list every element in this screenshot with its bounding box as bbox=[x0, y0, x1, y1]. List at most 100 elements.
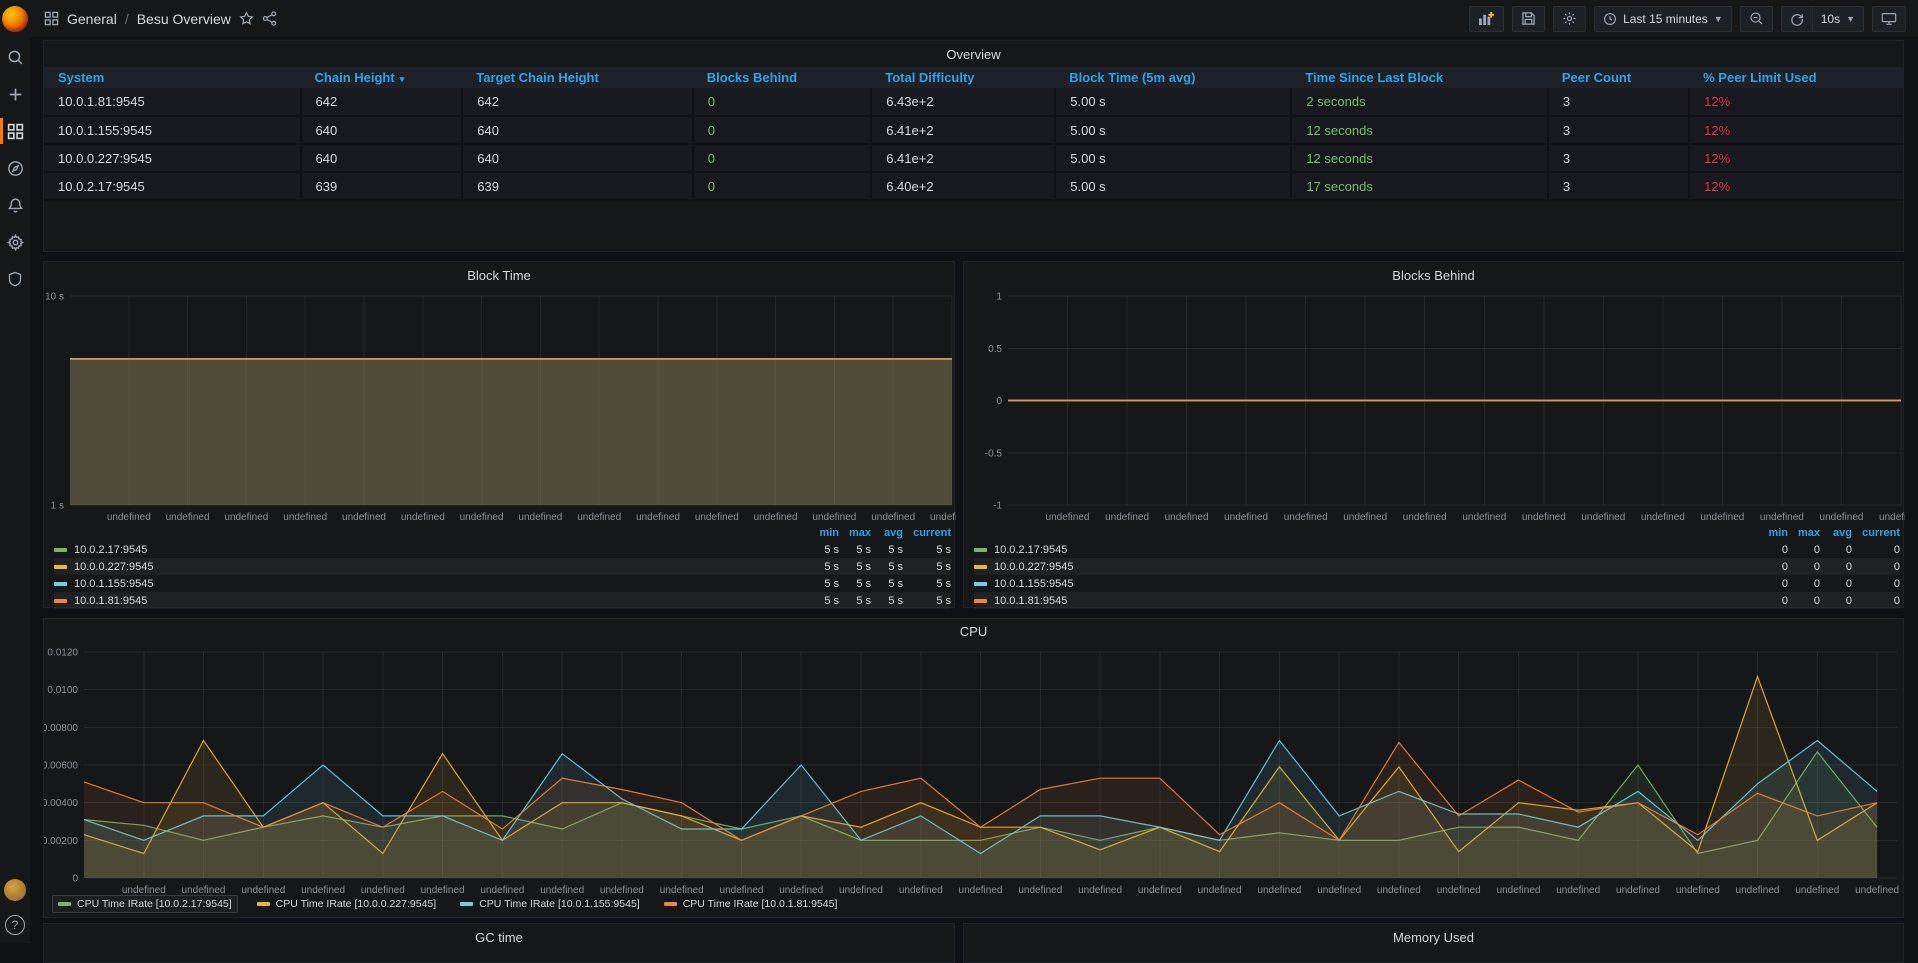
panel-block-time: Block Time 10 s1 sundefinedundefinedunde… bbox=[43, 261, 955, 608]
column-header-blocks_behind[interactable]: Blocks Behind bbox=[693, 67, 871, 88]
legend-column-avg[interactable]: avg bbox=[871, 527, 903, 539]
column-header-time_since_last_block[interactable]: Time Since Last Block bbox=[1291, 67, 1548, 88]
sidebar-item-explore[interactable] bbox=[0, 151, 30, 185]
block-time-chart[interactable]: 10 s1 sundefinedundefinedundefinedundefi… bbox=[44, 288, 956, 528]
column-header-chain_height[interactable]: Chain Height▾ bbox=[301, 67, 463, 88]
column-header-block_time[interactable]: Block Time (5m avg) bbox=[1055, 67, 1291, 88]
legend-avg: 0 bbox=[1820, 578, 1852, 590]
breadcrumb-folder[interactable]: General bbox=[67, 11, 117, 27]
legend-column-current[interactable]: current bbox=[1852, 527, 1900, 539]
cell-system: 10.0.2.17:9545 bbox=[44, 172, 301, 200]
breadcrumb-page-title[interactable]: Besu Overview bbox=[137, 11, 231, 27]
legend-series-name[interactable]: 10.0.2.17:9545 bbox=[994, 544, 1067, 556]
save-dashboard-button[interactable] bbox=[1512, 6, 1545, 32]
panel-block-time-title[interactable]: Block Time bbox=[44, 262, 954, 288]
refresh-button[interactable] bbox=[1781, 6, 1812, 32]
column-header-peer_count[interactable]: Peer Count bbox=[1548, 67, 1689, 88]
chevron-down-icon: ▼ bbox=[1846, 14, 1855, 24]
legend-column-max[interactable]: max bbox=[839, 527, 871, 539]
sidebar-item-search[interactable] bbox=[0, 40, 30, 74]
legend-current: 0 bbox=[1852, 578, 1900, 590]
column-header-peer_limit_used[interactable]: % Peer Limit Used bbox=[1689, 67, 1903, 88]
table-row: 10.0.2.17:954563963906.40e+25.00 s17 sec… bbox=[44, 172, 1903, 200]
legend-row: 10.0.2.17:95450000 bbox=[974, 541, 1900, 558]
sidebar-item-alerting[interactable] bbox=[0, 188, 30, 222]
panel-blocks-behind-title[interactable]: Blocks Behind bbox=[964, 262, 1903, 288]
legend-column-min[interactable]: min bbox=[1756, 527, 1788, 539]
svg-text:0.00200: 0.00200 bbox=[44, 836, 78, 847]
legend-max: 5 s bbox=[839, 544, 871, 556]
cell-target_chain_height: 640 bbox=[462, 116, 693, 144]
column-header-total_difficulty[interactable]: Total Difficulty bbox=[871, 67, 1055, 88]
legend-series-name[interactable]: 10.0.0.227:9545 bbox=[994, 561, 1074, 573]
cpu-legend-item[interactable]: CPU Time IRate [10.0.1.81:9545] bbox=[659, 896, 843, 912]
svg-text:undefined: undefined bbox=[1018, 885, 1062, 895]
series-color-swatch bbox=[974, 599, 987, 603]
cell-system: 10.0.0.227:9545 bbox=[44, 144, 301, 172]
sidebar-item-create[interactable] bbox=[0, 77, 30, 111]
cpu-legend-item[interactable]: CPU Time IRate [10.0.2.17:9545] bbox=[52, 895, 238, 913]
refresh-button-group: 10s ▼ bbox=[1781, 6, 1864, 32]
panel-overview-title[interactable]: Overview bbox=[44, 41, 1903, 67]
time-range-picker[interactable]: Last 15 minutes ▼ bbox=[1594, 6, 1732, 32]
legend-row: 10.0.0.227:95450000 bbox=[974, 558, 1900, 575]
sidebar-item-configuration[interactable] bbox=[0, 225, 30, 259]
panel-gc-time-title[interactable]: GC time bbox=[44, 924, 954, 950]
cell-target_chain_height: 640 bbox=[462, 144, 693, 172]
svg-text:undefined: undefined bbox=[779, 885, 823, 895]
panel-memory-used-title[interactable]: Memory Used bbox=[964, 924, 1903, 950]
svg-text:undefined: undefined bbox=[1820, 512, 1864, 523]
legend-header: minmaxavgcurrent bbox=[54, 524, 951, 541]
cpu-legend-item[interactable]: CPU Time IRate [10.0.1.155:9545] bbox=[455, 896, 645, 912]
cell-total_difficulty: 6.41e+2 bbox=[871, 116, 1055, 144]
block-time-legend: minmaxavgcurrent10.0.2.17:95455 s5 s5 s5… bbox=[54, 524, 951, 609]
add-panel-button[interactable] bbox=[1469, 6, 1504, 32]
svg-text:undefined: undefined bbox=[839, 885, 883, 895]
legend-max: 0 bbox=[1788, 561, 1820, 573]
blocks-behind-chart[interactable]: 10.50-0.5-1undefinedundefinedundefinedun… bbox=[964, 288, 1905, 528]
user-avatar[interactable] bbox=[4, 879, 26, 901]
svg-text:undefined: undefined bbox=[930, 512, 956, 523]
legend-series-name[interactable]: 10.0.1.81:9545 bbox=[74, 595, 147, 607]
refresh-interval-label: 10s bbox=[1821, 12, 1840, 26]
sidebar-item-server-admin[interactable] bbox=[0, 262, 30, 296]
column-header-system[interactable]: System bbox=[44, 67, 301, 88]
column-header-target_chain_height[interactable]: Target Chain Height bbox=[462, 67, 693, 88]
legend-current: 0 bbox=[1852, 544, 1900, 556]
legend-series-name[interactable]: 10.0.1.155:9545 bbox=[74, 578, 154, 590]
sidebar-item-dashboards[interactable] bbox=[0, 114, 30, 148]
gear-icon bbox=[7, 234, 24, 251]
cpu-legend-item[interactable]: CPU Time IRate [10.0.0.227:9545] bbox=[252, 896, 442, 912]
cpu-chart[interactable]: 0.01200.01000.008000.006000.004000.00200… bbox=[44, 643, 1905, 895]
cell-blocks_behind: 0 bbox=[693, 88, 871, 116]
cycle-view-mode-button[interactable] bbox=[1872, 6, 1906, 32]
svg-text:undefined: undefined bbox=[1198, 885, 1242, 895]
cell-blocks_behind: 0 bbox=[693, 116, 871, 144]
series-color-swatch bbox=[54, 565, 67, 569]
legend-column-max[interactable]: max bbox=[1788, 527, 1820, 539]
legend-series-name[interactable]: 10.0.1.81:9545 bbox=[994, 595, 1067, 607]
svg-text:undefined: undefined bbox=[1343, 512, 1387, 523]
legend-series-name[interactable]: 10.0.2.17:9545 bbox=[74, 544, 147, 556]
legend-series-name[interactable]: 10.0.1.155:9545 bbox=[994, 578, 1074, 590]
cell-chain_height: 639 bbox=[301, 172, 463, 200]
legend-column-current[interactable]: current bbox=[903, 527, 951, 539]
panel-cpu-title[interactable]: CPU bbox=[44, 619, 1903, 643]
share-icon[interactable] bbox=[262, 11, 277, 26]
svg-text:undefined: undefined bbox=[660, 885, 704, 895]
star-icon[interactable] bbox=[239, 11, 254, 26]
help-icon[interactable]: ? bbox=[5, 915, 25, 935]
cell-peer_count: 3 bbox=[1548, 144, 1689, 172]
svg-text:undefined: undefined bbox=[1700, 512, 1744, 523]
grafana-logo[interactable] bbox=[0, 0, 30, 37]
dashboard-settings-button[interactable] bbox=[1553, 6, 1586, 32]
refresh-interval-dropdown[interactable]: 10s ▼ bbox=[1812, 6, 1864, 32]
legend-column-avg[interactable]: avg bbox=[1820, 527, 1852, 539]
svg-text:undefined: undefined bbox=[1556, 885, 1600, 895]
legend-column-min[interactable]: min bbox=[807, 527, 839, 539]
zoom-out-button[interactable] bbox=[1740, 6, 1773, 32]
svg-text:undefined: undefined bbox=[1105, 512, 1149, 523]
series-color-swatch bbox=[58, 902, 71, 906]
svg-text:undefined: undefined bbox=[224, 512, 268, 523]
legend-series-name[interactable]: 10.0.0.227:9545 bbox=[74, 561, 154, 573]
